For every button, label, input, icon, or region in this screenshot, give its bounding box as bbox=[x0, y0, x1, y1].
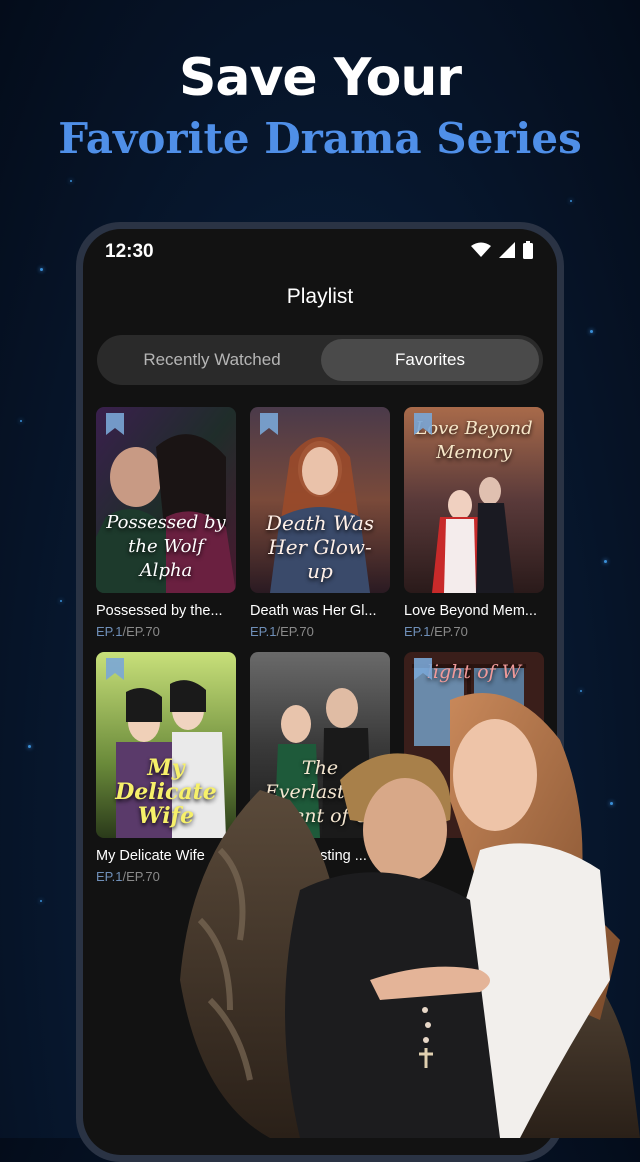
wifi-icon bbox=[471, 242, 491, 257]
drama-poster[interactable]: Death Was Her Glow-up bbox=[250, 407, 390, 593]
playlist-tabs: Recently Watched Favorites bbox=[97, 335, 543, 385]
bookmark-icon[interactable] bbox=[414, 658, 432, 680]
bookmark-icon[interactable] bbox=[106, 413, 124, 435]
episode-total: /EP.70 bbox=[122, 869, 160, 884]
drama-title[interactable]: Death was Her Gl... bbox=[250, 603, 390, 619]
episode-current: EP.1 bbox=[404, 624, 431, 639]
tab-favorites[interactable]: Favorites bbox=[321, 339, 539, 381]
promo-couple-artwork bbox=[180, 693, 640, 1138]
bookmark-icon[interactable] bbox=[106, 658, 124, 680]
headline-line-2: Favorite Drama Series bbox=[58, 114, 582, 163]
drama-poster[interactable]: Love Beyond Memory bbox=[404, 407, 544, 593]
promo-headline: Save Your Favorite Drama Series bbox=[0, 48, 640, 166]
headline-line-1: Save Your bbox=[178, 48, 462, 108]
drama-title[interactable]: Love Beyond Mem... bbox=[404, 603, 544, 619]
episode-progress: EP.1/EP.70 bbox=[250, 624, 390, 639]
episode-total: /EP.70 bbox=[122, 624, 160, 639]
tab-recently-watched[interactable]: Recently Watched bbox=[101, 339, 323, 381]
drama-poster[interactable]: Possessed by the Wolf Alpha bbox=[96, 407, 236, 593]
bookmark-icon[interactable] bbox=[414, 413, 432, 435]
episode-current: EP.1 bbox=[96, 624, 123, 639]
episode-current: EP.1 bbox=[96, 869, 123, 884]
drama-card[interactable]: Death Was Her Glow-up Death was Her Gl..… bbox=[250, 407, 390, 639]
episode-total: /EP.70 bbox=[276, 624, 314, 639]
drama-title[interactable]: Possessed by the... bbox=[96, 603, 236, 619]
bookmark-icon[interactable] bbox=[260, 413, 278, 435]
episode-current: EP.1 bbox=[250, 624, 277, 639]
page-title: Playlist bbox=[286, 285, 354, 308]
signal-icon bbox=[499, 242, 515, 258]
status-time: 12:30 bbox=[105, 241, 154, 262]
episode-progress: EP.1/EP.70 bbox=[404, 624, 544, 639]
status-bar: 12:30 bbox=[83, 229, 557, 275]
episode-total: /EP.70 bbox=[430, 624, 468, 639]
episode-progress: EP.1/EP.70 bbox=[96, 624, 236, 639]
poster-title: Death Was Her Glow-up bbox=[265, 511, 375, 583]
drama-card[interactable]: Love Beyond Memory Love Beyond Mem... EP… bbox=[404, 407, 544, 639]
battery-icon bbox=[523, 241, 533, 259]
drama-card[interactable]: Possessed by the Wolf Alpha Possessed by… bbox=[96, 407, 236, 639]
poster-title: Possessed by the Wolf Alpha bbox=[106, 512, 226, 581]
